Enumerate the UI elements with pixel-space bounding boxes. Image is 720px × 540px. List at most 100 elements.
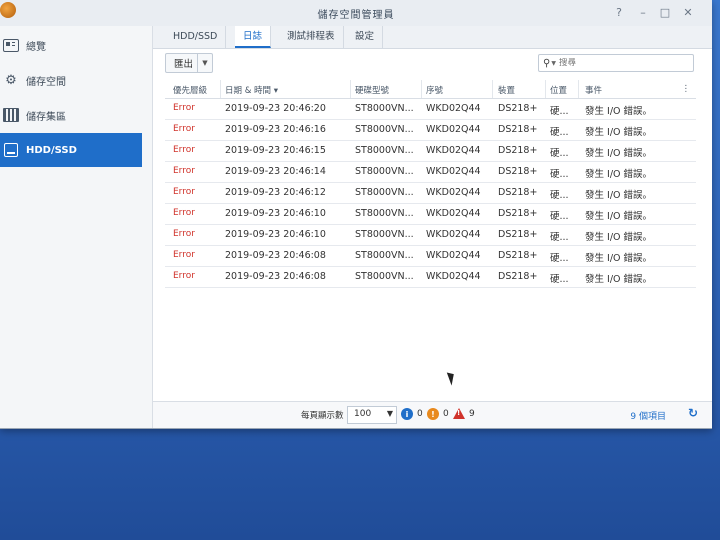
table-row[interactable]: Error 2019-09-23 20:46:10 ST8000VN... WKD02… (165, 225, 696, 246)
cell-location: 硬... (550, 190, 569, 201)
info-count: i 0 (401, 408, 423, 420)
search-box[interactable]: ⚲ ▼ (538, 54, 694, 72)
per-page-label: 每頁顯示數 (301, 411, 344, 421)
cell-serial: WKD02Q44 (426, 250, 481, 261)
cell-event: 發生 I/O 錯誤。 (585, 106, 653, 117)
hdd-icon (2, 143, 20, 157)
table-row[interactable]: Error 2019-09-23 20:46:08 ST8000VN... WKD02… (165, 246, 696, 267)
table-row[interactable]: Error 2019-09-23 20:46:16 ST8000VN... WKD02… (165, 120, 696, 141)
cell-disk-model: ST8000VN... (355, 229, 414, 240)
sidebar: 總覽 ⚙ 儲存空間 儲存集區 HDD/SSD (0, 26, 153, 428)
overview-icon (2, 38, 20, 52)
cell-event: 發生 I/O 錯誤。 (585, 232, 653, 243)
cell-disk-model: ST8000VN... (355, 145, 414, 156)
cell-disk-model: ST8000VN... (355, 208, 414, 219)
cell-priority: Error (173, 250, 195, 260)
cell-serial: WKD02Q44 (426, 271, 481, 282)
cell-serial: WKD02Q44 (426, 103, 481, 114)
cell-datetime: 2019-09-23 20:46:12 (225, 187, 326, 198)
warning-icon: ! (427, 408, 439, 420)
sidebar-item-overview[interactable]: 總覽 (0, 28, 142, 62)
maximize-button[interactable]: □ (658, 6, 672, 19)
cell-priority: Error (173, 208, 195, 218)
cell-disk-model: ST8000VN... (355, 250, 414, 261)
export-label: 匯出 (174, 59, 194, 70)
sidebar-item-label: 儲存空間 (26, 76, 66, 88)
column-header-location[interactable]: 位置 (550, 84, 567, 96)
table-row[interactable]: Error 2019-09-23 20:46:15 ST8000VN... WKD02… (165, 141, 696, 162)
log-table: 優先層級 日期 & 時間 ▾ 硬碟型號 序號 裝置 位置 事件 ⋮ Error 2… (165, 80, 696, 288)
search-options-dropdown-icon[interactable]: ▼ (551, 60, 556, 67)
cell-disk-model: ST8000VN... (355, 103, 414, 114)
column-header-event[interactable]: 事件 (585, 84, 602, 96)
per-page-select[interactable]: 100 ▼ (347, 406, 397, 424)
cell-datetime: 2019-09-23 20:46:14 (225, 166, 326, 177)
cell-priority: Error (173, 124, 195, 134)
sidebar-item-storage-pool[interactable]: 儲存集區 (0, 98, 142, 132)
per-page-value: 100 (354, 409, 372, 419)
table-row[interactable]: Error 2019-09-23 20:46:10 ST8000VN... WKD02… (165, 204, 696, 225)
column-header-priority[interactable]: 優先層級 (173, 84, 207, 96)
cell-datetime: 2019-09-23 20:46:08 (225, 250, 326, 261)
cell-datetime: 2019-09-23 20:46:08 (225, 271, 326, 282)
cell-priority: Error (173, 187, 195, 197)
column-header-device[interactable]: 裝置 (498, 84, 515, 96)
cell-device: DS218+ (498, 103, 538, 114)
table-row[interactable]: Error 2019-09-23 20:46:14 ST8000VN... WKD02… (165, 162, 696, 183)
cell-serial: WKD02Q44 (426, 187, 481, 198)
cell-priority: Error (173, 271, 195, 281)
cell-device: DS218+ (498, 124, 538, 135)
sidebar-item-storage-volume[interactable]: ⚙ 儲存空間 (0, 63, 142, 97)
tab-bar: HDD/SSD 日誌 測試排程表 設定 (153, 26, 712, 49)
search-icon: ⚲ (543, 57, 551, 69)
close-button[interactable]: ✕ (681, 6, 695, 19)
cell-device: DS218+ (498, 250, 538, 261)
cell-disk-model: ST8000VN... (355, 271, 414, 282)
sidebar-item-hdd-ssd[interactable]: HDD/SSD (0, 133, 142, 167)
cell-serial: WKD02Q44 (426, 166, 481, 177)
tab-settings[interactable]: 設定 (347, 26, 384, 48)
tab-hdd-ssd[interactable]: HDD/SSD (165, 26, 227, 48)
main-content: HDD/SSD 日誌 測試排程表 設定 匯出 ▼ ⚲ ▼ 優先層級 日期 & 時… (153, 26, 712, 428)
info-icon: i (401, 408, 413, 420)
cell-event: 發生 I/O 錯誤。 (585, 169, 653, 180)
column-header-serial[interactable]: 序號 (426, 84, 443, 96)
cell-disk-model: ST8000VN... (355, 124, 414, 135)
cell-device: DS218+ (498, 187, 538, 198)
minimize-button[interactable]: – (636, 6, 650, 19)
tab-test-schedule[interactable]: 測試排程表 (279, 26, 344, 48)
chevron-down-icon[interactable]: ▼ (197, 54, 212, 72)
cell-priority: Error (173, 103, 195, 113)
column-menu-icon[interactable]: ⋮ (682, 84, 691, 94)
error-count: 9 (453, 408, 475, 419)
column-header-disk-model[interactable]: 硬碟型號 (355, 84, 389, 96)
column-header-datetime[interactable]: 日期 & 時間 ▾ (225, 84, 278, 96)
storage-pool-icon (2, 108, 20, 122)
sidebar-item-label: 總覽 (26, 41, 46, 53)
help-button[interactable]: ? (612, 6, 626, 19)
chevron-down-icon[interactable]: ▼ (387, 409, 393, 418)
cell-location: 硬... (550, 211, 569, 222)
cell-datetime: 2019-09-23 20:46:15 (225, 145, 326, 156)
table-row[interactable]: Error 2019-09-23 20:46:08 ST8000VN... WKD02… (165, 267, 696, 288)
tab-log[interactable]: 日誌 (235, 26, 272, 48)
cell-datetime: 2019-09-23 20:46:16 (225, 124, 326, 135)
window-title: 儲存空間管理員 (317, 10, 395, 21)
export-button[interactable]: 匯出 ▼ (165, 53, 213, 73)
title-bar[interactable]: 儲存空間管理員 ? – □ ✕ (0, 0, 712, 27)
table-row[interactable]: Error 2019-09-23 20:46:20 ST8000VN... WKD02… (165, 99, 696, 120)
cell-serial: WKD02Q44 (426, 124, 481, 135)
warning-count: ! 0 (427, 408, 449, 420)
cell-location: 硬... (550, 127, 569, 138)
cell-serial: WKD02Q44 (426, 208, 481, 219)
storage-manager-window: 儲存空間管理員 ? – □ ✕ 總覽 ⚙ 儲存空間 儲存集區 HDD/SSD H… (0, 0, 712, 429)
cell-device: DS218+ (498, 208, 538, 219)
search-input[interactable] (558, 58, 659, 68)
toolbar: 匯出 ▼ ⚲ ▼ (153, 48, 712, 80)
cell-event: 發生 I/O 錯誤。 (585, 127, 653, 138)
error-icon (453, 408, 465, 419)
table-header: 優先層級 日期 & 時間 ▾ 硬碟型號 序號 裝置 位置 事件 ⋮ (165, 80, 696, 99)
table-row[interactable]: Error 2019-09-23 20:46:12 ST8000VN... WKD02… (165, 183, 696, 204)
cell-location: 硬... (550, 148, 569, 159)
refresh-icon[interactable]: ↻ (688, 406, 698, 420)
